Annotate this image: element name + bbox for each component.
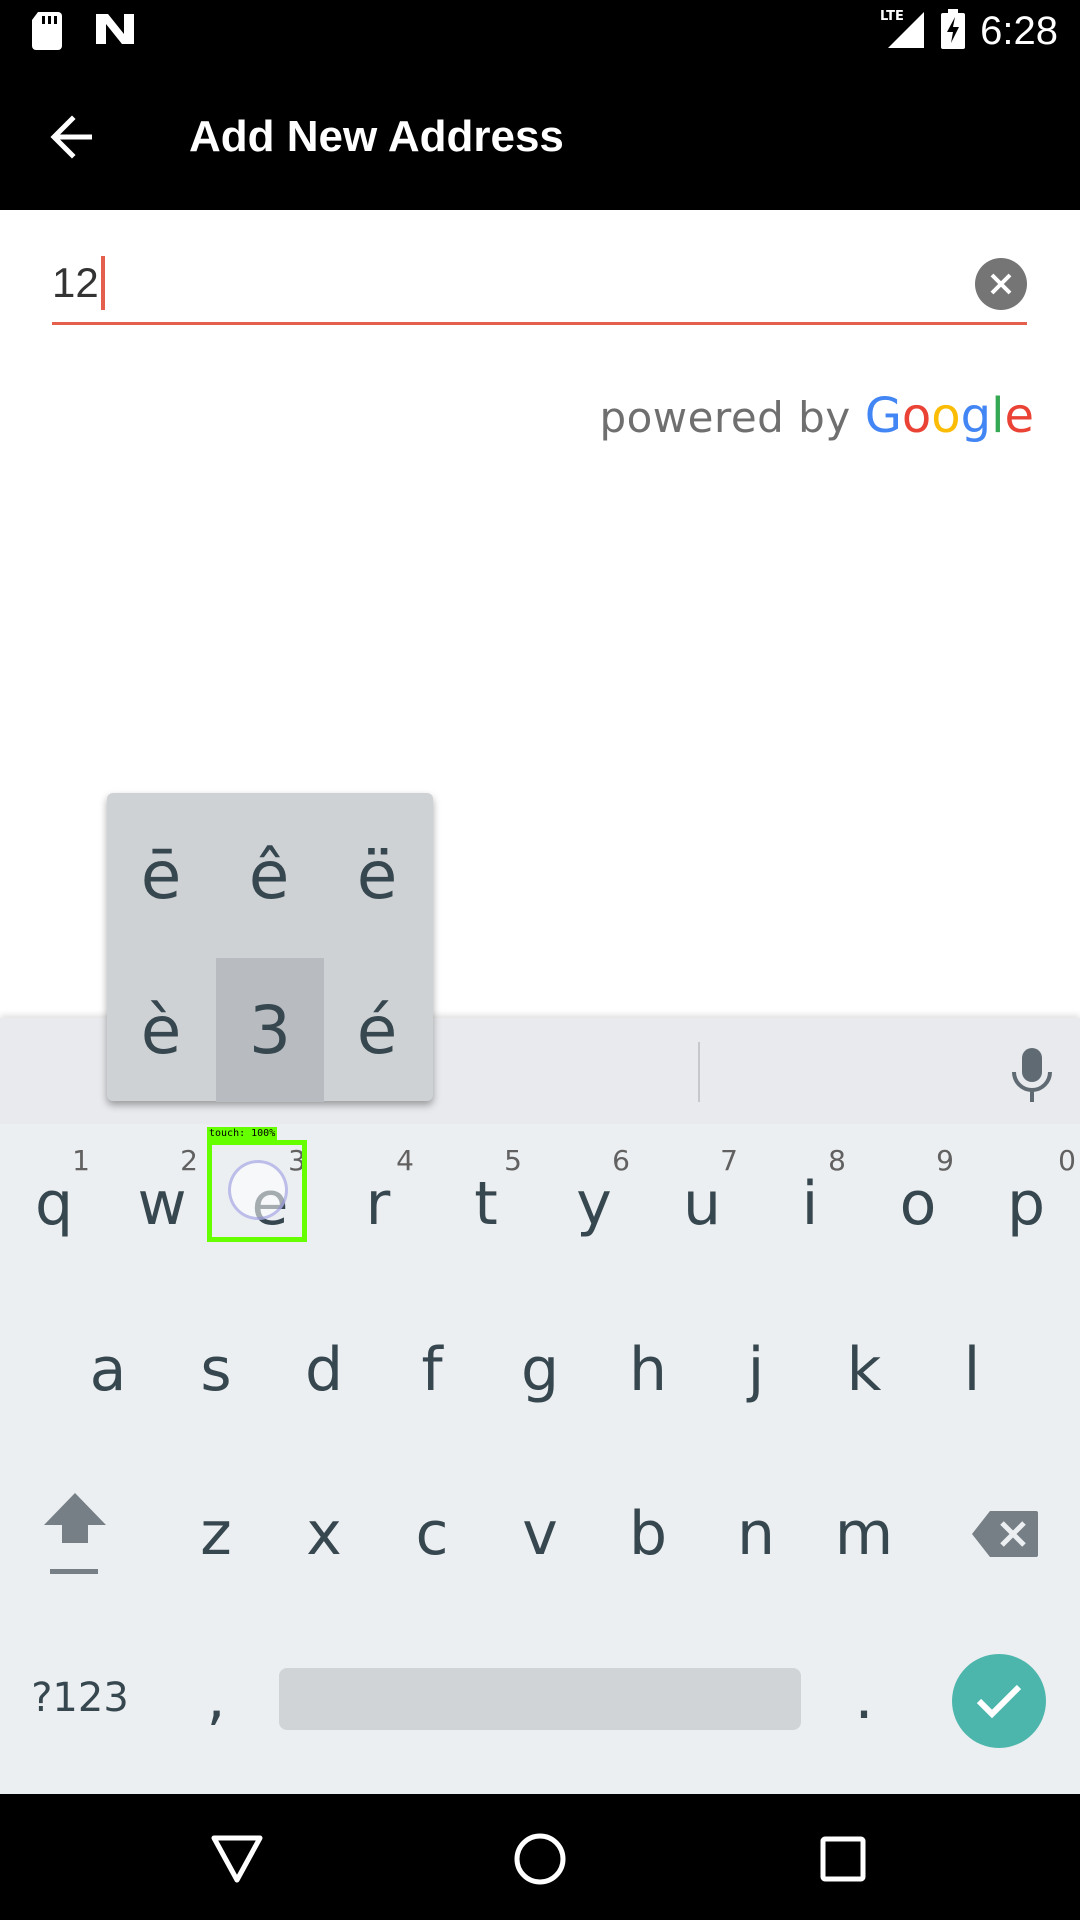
key-m[interactable]: m bbox=[810, 1454, 918, 1614]
suggestion-divider bbox=[698, 1042, 700, 1102]
symbols-key[interactable]: ?123 bbox=[20, 1618, 140, 1778]
microphone-icon bbox=[1012, 1048, 1052, 1102]
app-bar: Add New Address bbox=[0, 63, 1080, 210]
home-circle-icon bbox=[514, 1833, 566, 1885]
google-logo: Google bbox=[865, 388, 1034, 444]
key-l[interactable]: l bbox=[918, 1290, 1026, 1450]
key-r[interactable]: r4 bbox=[324, 1124, 432, 1284]
search-input-value: 12 bbox=[52, 259, 99, 306]
clear-button[interactable] bbox=[975, 258, 1027, 310]
key-label: t bbox=[474, 1169, 498, 1239]
arrow-back-icon bbox=[50, 115, 92, 159]
key-w[interactable]: w2 bbox=[108, 1124, 216, 1284]
google-letter: e bbox=[1004, 388, 1034, 444]
lte-label: LTE bbox=[880, 9, 904, 24]
key-s[interactable]: s bbox=[162, 1290, 270, 1450]
key-p[interactable]: p0 bbox=[972, 1124, 1080, 1284]
key-label: i bbox=[801, 1169, 819, 1239]
space-key[interactable] bbox=[279, 1668, 801, 1730]
key-hint: 9 bbox=[936, 1144, 954, 1177]
key-y[interactable]: y6 bbox=[540, 1124, 648, 1284]
backspace-icon bbox=[972, 1511, 1038, 1557]
key-hint: 2 bbox=[180, 1144, 198, 1177]
key-hint: 4 bbox=[396, 1144, 414, 1177]
page-title: Add New Address bbox=[189, 112, 564, 161]
key-label: w bbox=[137, 1169, 187, 1239]
clock: 6:28 bbox=[980, 9, 1058, 53]
address-search-input[interactable]: 12 bbox=[52, 240, 1027, 325]
key-label: u bbox=[682, 1169, 722, 1239]
accent-option-selected[interactable]: 3 bbox=[216, 958, 324, 1102]
comma-key[interactable]: , bbox=[162, 1618, 270, 1778]
key-label: q bbox=[34, 1169, 74, 1239]
backspace-key[interactable] bbox=[950, 1454, 1060, 1614]
status-bar: LTE 6:28 bbox=[0, 0, 1080, 63]
accent-option[interactable]: ê bbox=[215, 803, 323, 947]
key-label: y bbox=[576, 1169, 612, 1239]
signal-icon: LTE bbox=[880, 8, 926, 55]
key-d[interactable]: d bbox=[270, 1290, 378, 1450]
powered-by-label: powered by bbox=[599, 393, 851, 442]
accent-option[interactable]: ë bbox=[323, 803, 431, 947]
key-b[interactable]: b bbox=[594, 1454, 702, 1614]
text-cursor bbox=[100, 256, 105, 310]
nav-back-button[interactable] bbox=[202, 1824, 272, 1894]
recents-square-icon bbox=[820, 1836, 866, 1882]
accent-option[interactable]: ē bbox=[107, 803, 215, 947]
key-hint: 7 bbox=[720, 1144, 738, 1177]
nav-recents-button[interactable] bbox=[808, 1824, 878, 1894]
key-i[interactable]: i8 bbox=[756, 1124, 864, 1284]
back-button[interactable] bbox=[40, 105, 104, 169]
powered-by-google: powered by Google bbox=[599, 388, 1034, 444]
n-icon bbox=[94, 12, 136, 55]
key-hint: 1 bbox=[72, 1144, 90, 1177]
key-n[interactable]: n bbox=[702, 1454, 810, 1614]
key-g[interactable]: g bbox=[486, 1290, 594, 1450]
key-u[interactable]: u7 bbox=[648, 1124, 756, 1284]
enter-key[interactable] bbox=[952, 1654, 1046, 1748]
google-letter: o bbox=[931, 388, 961, 444]
key-label: p bbox=[1006, 1169, 1046, 1239]
key-t[interactable]: t5 bbox=[432, 1124, 540, 1284]
key-v[interactable]: v bbox=[486, 1454, 594, 1614]
key-x[interactable]: x bbox=[270, 1454, 378, 1614]
key-f[interactable]: f bbox=[378, 1290, 486, 1450]
battery-charging-icon bbox=[940, 9, 966, 54]
key-k[interactable]: k bbox=[810, 1290, 918, 1450]
key-hint: 5 bbox=[504, 1144, 522, 1177]
check-icon bbox=[976, 1684, 1022, 1719]
google-letter: l bbox=[991, 388, 1005, 444]
nav-home-button[interactable] bbox=[505, 1824, 575, 1894]
navigation-bar bbox=[0, 1794, 1080, 1920]
key-q[interactable]: q1 bbox=[0, 1124, 108, 1284]
key-a[interactable]: a bbox=[54, 1290, 162, 1450]
accent-option[interactable]: é bbox=[323, 958, 431, 1102]
clear-icon bbox=[990, 273, 1012, 295]
period-key[interactable]: . bbox=[810, 1618, 918, 1778]
touch-indicator-box bbox=[207, 1140, 307, 1242]
key-c[interactable]: c bbox=[378, 1454, 486, 1614]
touch-indicator-label: touch: 100% bbox=[207, 1127, 278, 1141]
accent-option[interactable]: è bbox=[107, 958, 215, 1102]
voice-input-button[interactable] bbox=[1010, 1048, 1054, 1109]
google-letter: o bbox=[901, 388, 932, 444]
key-h[interactable]: h bbox=[594, 1290, 702, 1450]
key-o[interactable]: o9 bbox=[864, 1124, 972, 1284]
google-letter: g bbox=[960, 388, 992, 444]
google-letter: G bbox=[864, 388, 902, 444]
key-hint: 8 bbox=[828, 1144, 846, 1177]
key-label: o bbox=[899, 1169, 937, 1239]
back-triangle-icon bbox=[211, 1835, 263, 1883]
accent-popup: ē ê ë è 3 é bbox=[107, 793, 433, 1102]
key-hint: 0 bbox=[1058, 1144, 1076, 1177]
key-z[interactable]: z bbox=[162, 1454, 270, 1614]
sd-card-icon bbox=[30, 12, 64, 55]
key-j[interactable]: j bbox=[702, 1290, 810, 1450]
shift-key[interactable] bbox=[20, 1454, 130, 1614]
key-hint: 6 bbox=[612, 1144, 630, 1177]
key-label: r bbox=[365, 1169, 391, 1239]
shift-icon bbox=[44, 1493, 106, 1574]
